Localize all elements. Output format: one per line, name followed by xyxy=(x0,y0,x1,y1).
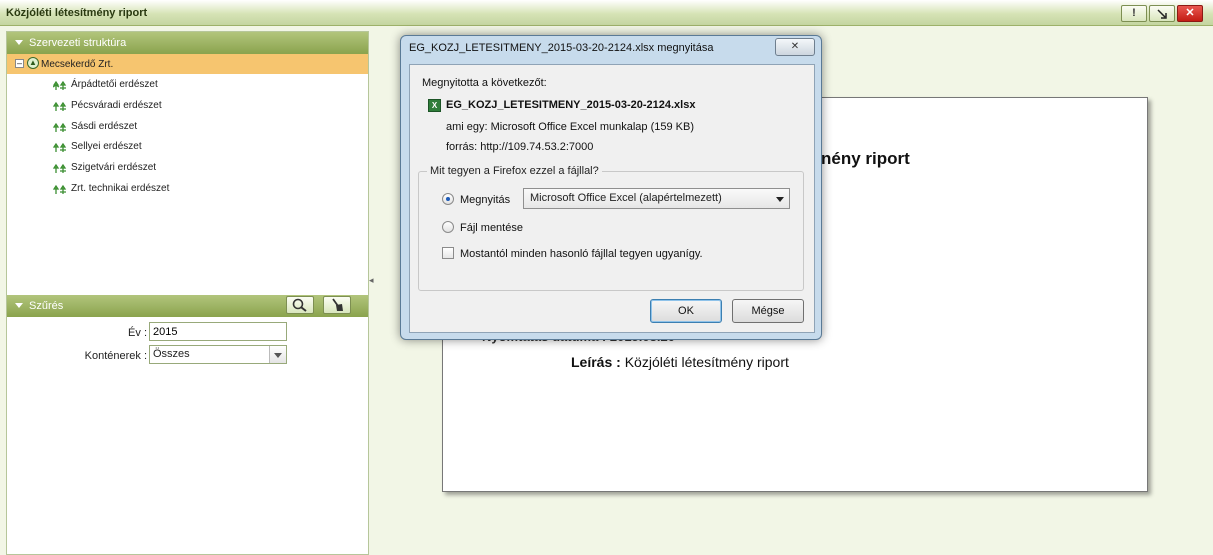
left-panel: Szervezeti struktúra – ▲ Mecsekerdő Zrt.… xyxy=(6,31,369,555)
save-file-label[interactable]: Fájl mentése xyxy=(460,222,523,234)
help-button[interactable]: ! xyxy=(1121,5,1147,22)
save-file-radio[interactable] xyxy=(442,221,454,233)
tree-item[interactable]: Szigetvári erdészet xyxy=(53,160,156,176)
search-icon xyxy=(292,298,307,312)
tree-item-label: Pécsváradi erdészet xyxy=(71,100,162,111)
excel-file-icon: X xyxy=(428,99,441,112)
close-button[interactable]: ✕ xyxy=(1177,5,1203,22)
open-with-radio[interactable] xyxy=(442,193,454,205)
tree-item[interactable]: Zrt. technikai erdészet xyxy=(53,181,169,197)
remember-label[interactable]: Mostantól minden hasonló fájllal tegyen … xyxy=(460,248,703,260)
action-question: Mit tegyen a Firefox ezzel a fájllal? xyxy=(427,165,602,177)
broom-icon xyxy=(332,298,343,311)
tree-item[interactable]: Sellyei erdészet xyxy=(53,139,142,155)
file-name: EG_KOZJ_LETESITMENY_2015-03-20-2124.xlsx xyxy=(446,99,696,111)
file-type: ami egy: Microsoft Office Excel munkalap… xyxy=(446,121,695,133)
report-title: nény riport xyxy=(821,149,910,168)
dialog-body: Megnyitotta a következőt: X EG_KOZJ_LETE… xyxy=(409,64,815,333)
tree-node-icon xyxy=(53,80,67,91)
structure-header-label: Szervezeti struktúra xyxy=(29,37,127,49)
tree-node-icon xyxy=(53,101,67,112)
filter-header-label: Szűrés xyxy=(29,300,64,312)
tree-item[interactable]: Pécsváradi erdészet xyxy=(53,98,162,114)
tree-item-label: Zrt. technikai erdészet xyxy=(71,183,170,194)
chevron-down-icon xyxy=(776,197,784,202)
tree-item[interactable]: Sásdi erdészet xyxy=(53,119,137,135)
tree-item-label: Árpádtetői erdészet xyxy=(71,79,158,90)
window-titlebar: Közjóléti létesítmény riport ! ✕ xyxy=(0,0,1213,26)
report-description-value: Közjóléti létesítmény riport xyxy=(624,354,789,370)
report-description-label: Leírás : xyxy=(571,354,621,370)
tree-node-icon xyxy=(53,184,67,195)
minimize-button[interactable] xyxy=(1149,5,1175,22)
opening-label: Megnyitotta a következőt: xyxy=(422,77,547,89)
collapse-triangle-icon xyxy=(15,40,23,45)
year-label: Év : xyxy=(128,327,147,339)
report-description: Leírás : Közjóléti létesítmény riport xyxy=(571,354,789,370)
remember-checkbox[interactable] xyxy=(442,247,454,259)
dialog-close-button[interactable]: ✕ xyxy=(775,38,815,56)
collapse-triangle-icon xyxy=(15,303,23,308)
ok-button[interactable]: OK xyxy=(650,299,722,323)
tree-item-label: Szigetvári erdészet xyxy=(71,162,157,173)
open-with-app-value: Microsoft Office Excel (alapértelmezett) xyxy=(530,192,722,204)
chevron-down-icon[interactable] xyxy=(269,346,286,363)
containers-label: Konténerek : xyxy=(84,350,147,362)
clear-filter-button[interactable] xyxy=(323,296,351,314)
tree-node-icon xyxy=(53,163,67,174)
tree-node-icon xyxy=(53,142,67,153)
year-input[interactable] xyxy=(149,322,287,341)
window-title: Közjóléti létesítmény riport xyxy=(6,7,148,19)
tree-root-label: Mecsekerdő Zrt. xyxy=(41,59,114,70)
tree-item-label: Sellyei erdészet xyxy=(71,141,142,152)
structure-panel-header[interactable]: Szervezeti struktúra xyxy=(7,32,368,54)
containers-value: Összes xyxy=(153,348,190,360)
cancel-button[interactable]: Mégse xyxy=(732,299,804,323)
tree-collapse-icon[interactable]: – xyxy=(15,59,24,68)
containers-select[interactable]: Összes xyxy=(149,345,287,364)
tree-item[interactable]: Árpádtetői erdészet xyxy=(53,77,158,93)
dialog-title: EG_KOZJ_LETESITMENY_2015-03-20-2124.xlsx… xyxy=(409,42,714,54)
tree-item-label: Sásdi erdészet xyxy=(71,121,138,132)
open-with-app-select[interactable]: Microsoft Office Excel (alapértelmezett) xyxy=(523,188,790,209)
panel-splitter-handle[interactable]: ◂ xyxy=(369,275,375,295)
tree-up-arrow-icon: ▲ xyxy=(27,57,39,69)
tree-node-icon xyxy=(53,122,67,133)
tree-root-item[interactable]: – ▲ Mecsekerdő Zrt. xyxy=(7,54,368,74)
download-dialog: EG_KOZJ_LETESITMENY_2015-03-20-2124.xlsx… xyxy=(400,35,822,340)
minimize-icon xyxy=(1157,9,1167,19)
open-with-label[interactable]: Megnyitás xyxy=(460,194,510,206)
file-source: forrás: http://109.74.53.2:7000 xyxy=(446,141,594,153)
search-button[interactable] xyxy=(286,296,314,314)
